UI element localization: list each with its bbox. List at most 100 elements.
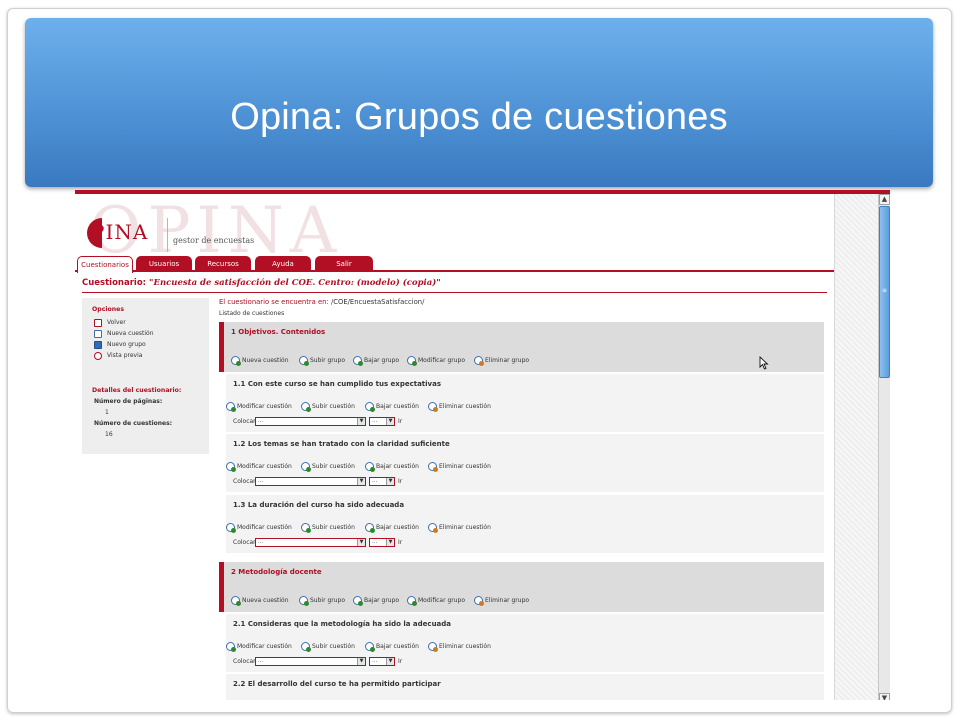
chevron-down-icon: ▼ <box>386 418 394 425</box>
delete-icon <box>474 596 484 606</box>
group-title: 2 Metodología docente <box>231 568 322 576</box>
scroll-up-arrow-icon[interactable]: ▲ <box>879 194 890 205</box>
question-title: 1.1 Con este curso se han cumplido tus e… <box>233 380 441 388</box>
arrow-down-icon <box>353 356 363 366</box>
group-actions: Nueva cuestión Subir grupo Bajar grupo M… <box>231 595 821 606</box>
arrow-up-icon <box>301 642 311 652</box>
edit-icon <box>226 462 236 472</box>
logo-tagline: gestor de encuestas <box>173 236 255 245</box>
location-path: /COE/EncuestaSatisfaccion/ <box>330 298 425 306</box>
arrow-down-icon <box>365 462 375 472</box>
colocar-select-position[interactable]: ... ▼ <box>255 538 366 547</box>
pages-label: Número de páginas: <box>94 398 163 405</box>
slide-title: Opina: Grupos de cuestiones <box>230 96 728 138</box>
options-heading: Opciones <box>92 306 125 313</box>
go-button[interactable]: Ir <box>398 538 402 548</box>
delete-icon <box>428 642 438 652</box>
new-question-icon <box>231 356 241 366</box>
details-heading: Detalles del cuestionario: <box>92 387 182 394</box>
question-actions: Modificar cuestión Subir cuestión Bajar … <box>226 461 816 472</box>
tab-recursos[interactable]: Recursos <box>195 256 251 272</box>
group-actions: Nueva cuestión Subir grupo Bajar grupo M… <box>231 355 821 366</box>
question-item: 1.3 La duración del curso ha sido adecua… <box>226 495 824 553</box>
chevron-down-icon: ▼ <box>357 478 365 485</box>
arrow-up-icon <box>301 462 311 472</box>
edit-icon <box>226 642 236 652</box>
vertical-scrollbar[interactable]: ▲ ≡ ▼ <box>878 194 890 700</box>
slide: Opina: Grupos de cuestiones OPINA PINA g… <box>0 0 960 720</box>
colocar-select-position[interactable]: ... ▼ <box>255 477 366 486</box>
colocar-select-order[interactable]: ... ▼ <box>369 477 395 486</box>
arrow-up-icon <box>299 596 309 606</box>
arrow-up-icon <box>299 356 309 366</box>
title-banner: Opina: Grupos de cuestiones <box>25 18 933 187</box>
pages-value: 1 <box>105 409 109 416</box>
page-margin <box>834 194 878 700</box>
colocar-select-order[interactable]: ... ▼ <box>369 538 395 547</box>
location: El cuestionario se encuentra en: /COE/En… <box>219 298 424 306</box>
logo-separator <box>167 218 168 252</box>
new-group-icon <box>94 341 102 349</box>
group-block: 2 Metodología docente Nueva cuestión Sub… <box>219 562 824 612</box>
colocar-select-order[interactable]: ... ▼ <box>369 657 395 666</box>
edit-icon <box>407 596 417 606</box>
question-item: 1.2 Los temas se han tratado con la clar… <box>226 434 824 492</box>
questions-value: 16 <box>105 431 113 438</box>
chevron-down-icon: ▼ <box>386 539 394 546</box>
preview-icon <box>94 352 102 360</box>
app-page: OPINA PINA gestor de encuestas Cuestiona… <box>75 194 834 700</box>
logo-area: OPINA PINA gestor de encuestas <box>75 194 834 268</box>
question-item: 2.2 El desarrollo del curso te ha permit… <box>226 674 824 700</box>
arrow-up-icon <box>301 402 311 412</box>
question-actions: Modificar cuestión Subir cuestión Bajar … <box>226 522 816 533</box>
edit-icon <box>226 402 236 412</box>
edit-icon <box>407 356 417 366</box>
tab-salir[interactable]: Salir <box>315 256 373 272</box>
tab-cuestionarios[interactable]: Cuestionarios <box>77 256 133 273</box>
group-title: 1 Objetivos. Contenidos <box>231 328 326 336</box>
chevron-down-icon: ▼ <box>386 658 394 665</box>
question-actions: Modificar cuestión Subir cuestión Bajar … <box>226 401 816 412</box>
delete-icon <box>474 356 484 366</box>
tab-ayuda[interactable]: Ayuda <box>255 256 311 272</box>
edit-icon <box>226 523 236 533</box>
colocar-select-position[interactable]: ... ▼ <box>255 417 366 426</box>
arrow-down-icon <box>365 642 375 652</box>
go-button[interactable]: Ir <box>398 657 402 667</box>
tab-usuarios[interactable]: Usuarios <box>136 256 192 272</box>
questionnaire-name: "Encuesta de satisfacción del COE. Centr… <box>149 278 441 288</box>
question-item: 1.1 Con este curso se han cumplido tus e… <box>226 374 824 432</box>
go-button[interactable]: Ir <box>398 477 402 487</box>
chevron-down-icon: ▼ <box>386 478 394 485</box>
arrow-down-icon <box>365 523 375 533</box>
colocar-select-order[interactable]: ... ▼ <box>369 417 395 426</box>
location-label: El cuestionario se encuentra en: <box>219 298 329 306</box>
arrow-down-icon <box>365 402 375 412</box>
questionnaire-label: Cuestionario: <box>82 278 147 288</box>
sidebar: Opciones Volver Nueva cuestión Nuevo gru… <box>82 298 209 454</box>
arrow-down-icon <box>353 596 363 606</box>
chevron-down-icon: ▼ <box>357 658 365 665</box>
question-title: 1.3 La duración del curso ha sido adecua… <box>233 501 405 509</box>
go-button[interactable]: Ir <box>398 417 402 427</box>
new-question-icon <box>231 596 241 606</box>
chevron-down-icon: ▼ <box>357 539 365 546</box>
title-divider <box>82 292 827 293</box>
new-question-icon <box>94 330 102 338</box>
question-item: 2.1 Consideras que la metodología ha sid… <box>226 614 824 672</box>
delete-icon <box>428 462 438 472</box>
scroll-down-arrow-icon[interactable]: ▼ <box>879 693 890 700</box>
main-tabs: Cuestionarios Usuarios Recursos Ayuda Sa… <box>75 256 834 273</box>
delete-icon <box>428 402 438 412</box>
questionnaire-title: Cuestionario: "Encuesta de satisfacción … <box>82 278 441 288</box>
mouse-cursor-icon <box>759 356 769 370</box>
arrow-up-icon <box>301 523 311 533</box>
questions-label: Número de cuestiones: <box>94 420 173 427</box>
back-icon <box>94 319 102 327</box>
colocar-select-position[interactable]: ... ▼ <box>255 657 366 666</box>
scrollbar-thumb[interactable]: ≡ <box>879 206 890 378</box>
delete-icon <box>428 523 438 533</box>
question-title: 1.2 Los temas se han tratado con la clar… <box>233 440 450 448</box>
group-block: 1 Objetivos. Contenidos Nueva cuestión S… <box>219 322 824 372</box>
logo-text: PINA <box>91 220 149 244</box>
